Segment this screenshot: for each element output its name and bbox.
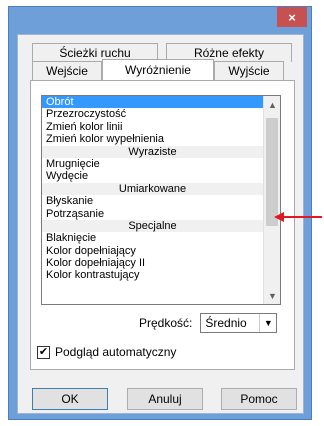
speed-value: Średnio (205, 316, 247, 330)
effects-list: Obrót Przezroczystość Zmień kolor linii Zmi… (42, 96, 263, 282)
tab-exit[interactable]: Wyjście (214, 61, 284, 80)
ok-button[interactable]: OK (32, 388, 108, 410)
tab-emphasis[interactable]: Wyróżnienie (102, 59, 214, 80)
close-button[interactable]: × (277, 7, 307, 27)
close-icon: × (288, 9, 296, 25)
speed-select[interactable]: Średnio ▼ (200, 313, 278, 333)
list-item[interactable]: Mrugnięcie (42, 158, 263, 170)
list-group-header: Umiarkowane (42, 182, 263, 196)
chevron-down-icon[interactable]: ▼ (259, 314, 276, 332)
autopreview-label: Podgląd automatyczny (55, 345, 177, 359)
list-item[interactable]: Wydęcie (42, 170, 263, 182)
list-item[interactable]: Obrót (42, 96, 263, 109)
list-item[interactable]: Zmień kolor wypełnienia (42, 133, 263, 145)
list-item[interactable]: Kolor dopełniający (42, 245, 263, 257)
tab-entrance[interactable]: Wejście (32, 61, 102, 80)
dialog-client-area: Ścieżki ruchu Różne efekty Wejście Wyróż… (17, 34, 304, 414)
list-item[interactable]: Blaknięcie (42, 232, 263, 244)
list-group-header: Wyraziste (42, 145, 263, 158)
dialog-buttons: OK Anuluj Pomoc (32, 388, 297, 410)
speed-row: Prędkość: Średnio ▼ (139, 313, 278, 333)
list-item[interactable]: Potrząsanie (42, 208, 263, 220)
effects-listbox[interactable]: Obrót Przezroczystość Zmień kolor linii Zmi… (41, 95, 281, 305)
list-item[interactable]: Błyskanie (42, 195, 263, 207)
tab-panel-emphasis: Obrót Przezroczystość Zmień kolor linii Zmi… (30, 80, 295, 370)
speed-label: Prędkość: (139, 316, 193, 330)
autopreview-checkbox[interactable]: ✔ (37, 345, 50, 359)
listbox-scrollbar[interactable]: ▲ ▼ (263, 96, 280, 304)
scroll-down-icon[interactable]: ▼ (264, 287, 280, 304)
list-group-header: Specjalne (42, 219, 263, 233)
autopreview-row[interactable]: ✔ Podgląd automatyczny (37, 345, 176, 359)
list-item[interactable]: Kolor dopełniający II (42, 257, 263, 269)
annotation-arrow-icon (274, 212, 322, 222)
list-item[interactable]: Zmień kolor linii (42, 121, 263, 133)
list-item[interactable]: Kolor kontrastujący (42, 269, 263, 281)
dialog-window: × Ścieżki ruchu Różne efekty Wejście Wyr… (8, 6, 312, 420)
cancel-button[interactable]: Anuluj (127, 388, 203, 410)
list-item[interactable]: Przezroczystość (42, 108, 263, 120)
tab-row-front: Wejście Wyróżnienie Wyjście (32, 59, 292, 80)
help-button[interactable]: Pomoc (221, 388, 297, 410)
scroll-up-icon[interactable]: ▲ (264, 96, 280, 113)
